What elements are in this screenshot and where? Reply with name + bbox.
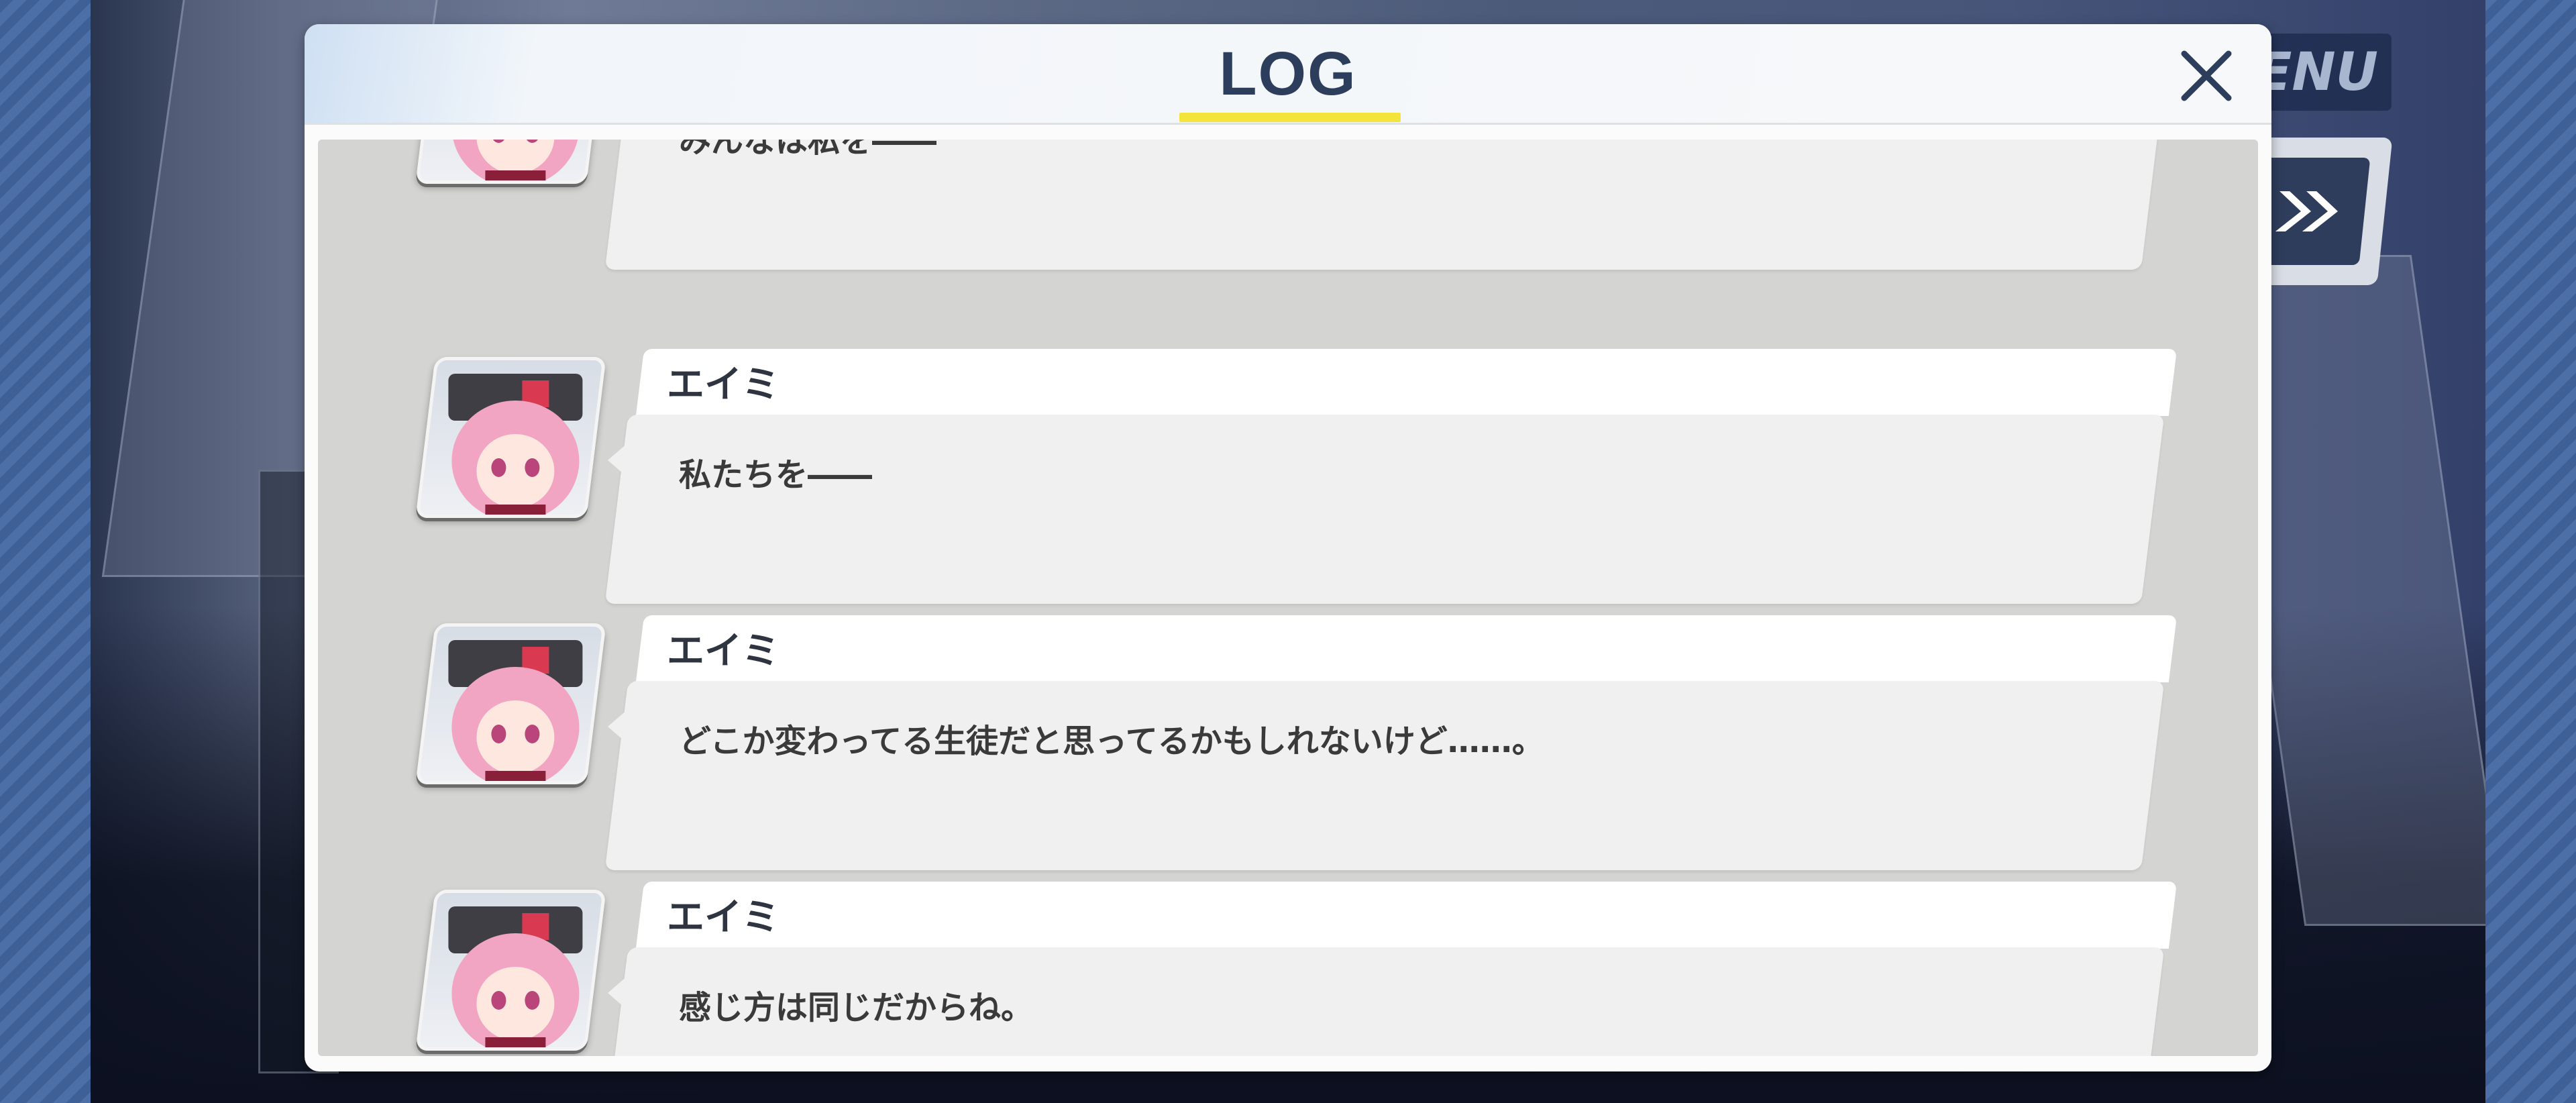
speaker-name: エイミ [667, 896, 780, 939]
message-text: みんなは私を―― [679, 140, 937, 160]
bubble-tail [608, 140, 628, 144]
message-text: 私たちを―― [679, 456, 873, 494]
menu-label: ENU [2256, 42, 2378, 103]
speaker-name-bar [635, 349, 2178, 416]
log-entry: エイミ どこか変わってる生徒だと思ってるかもしれないけど……。 [318, 615, 2258, 881]
log-entry: みんなは私を―― [318, 140, 2258, 280]
character-avatar [415, 623, 606, 784]
message-bubble [604, 681, 2165, 870]
message-text: どこか変わってる生徒だと思ってるかもしれないけど……。 [679, 723, 1544, 760]
character-avatar [415, 357, 606, 518]
message-text: 感じ方は同じだからね。 [679, 989, 1034, 1027]
character-avatar [415, 890, 606, 1051]
log-entry: エイミ 感じ方は同じだからね。 [318, 882, 2258, 1056]
message-bubble [604, 415, 2165, 604]
bubble-tail [608, 709, 628, 744]
close-button[interactable] [2169, 39, 2243, 113]
bubble-tail [608, 976, 628, 1010]
log-dialog-header: LOG [305, 24, 2271, 125]
character-avatar [415, 140, 606, 184]
speaker-name: エイミ [667, 629, 780, 673]
close-icon [2181, 50, 2232, 101]
log-title: LOG [1219, 40, 1357, 108]
bubble-tail [608, 443, 628, 478]
log-dialog: LOG みんなは私を―― エイミ 私たちを―― エイミ どこか変わってる生徒だと… [305, 24, 2271, 1071]
speaker-name-bar [635, 882, 2178, 949]
speaker-name: エイミ [667, 363, 780, 407]
fast-forward-icon [2275, 191, 2338, 231]
title-underline [1179, 113, 1401, 122]
log-scroll-area[interactable]: みんなは私を―― エイミ 私たちを―― エイミ どこか変わってる生徒だと思ってる… [318, 140, 2258, 1056]
speaker-name-bar [635, 615, 2178, 682]
log-entry: エイミ 私たちを―― [318, 349, 2258, 615]
